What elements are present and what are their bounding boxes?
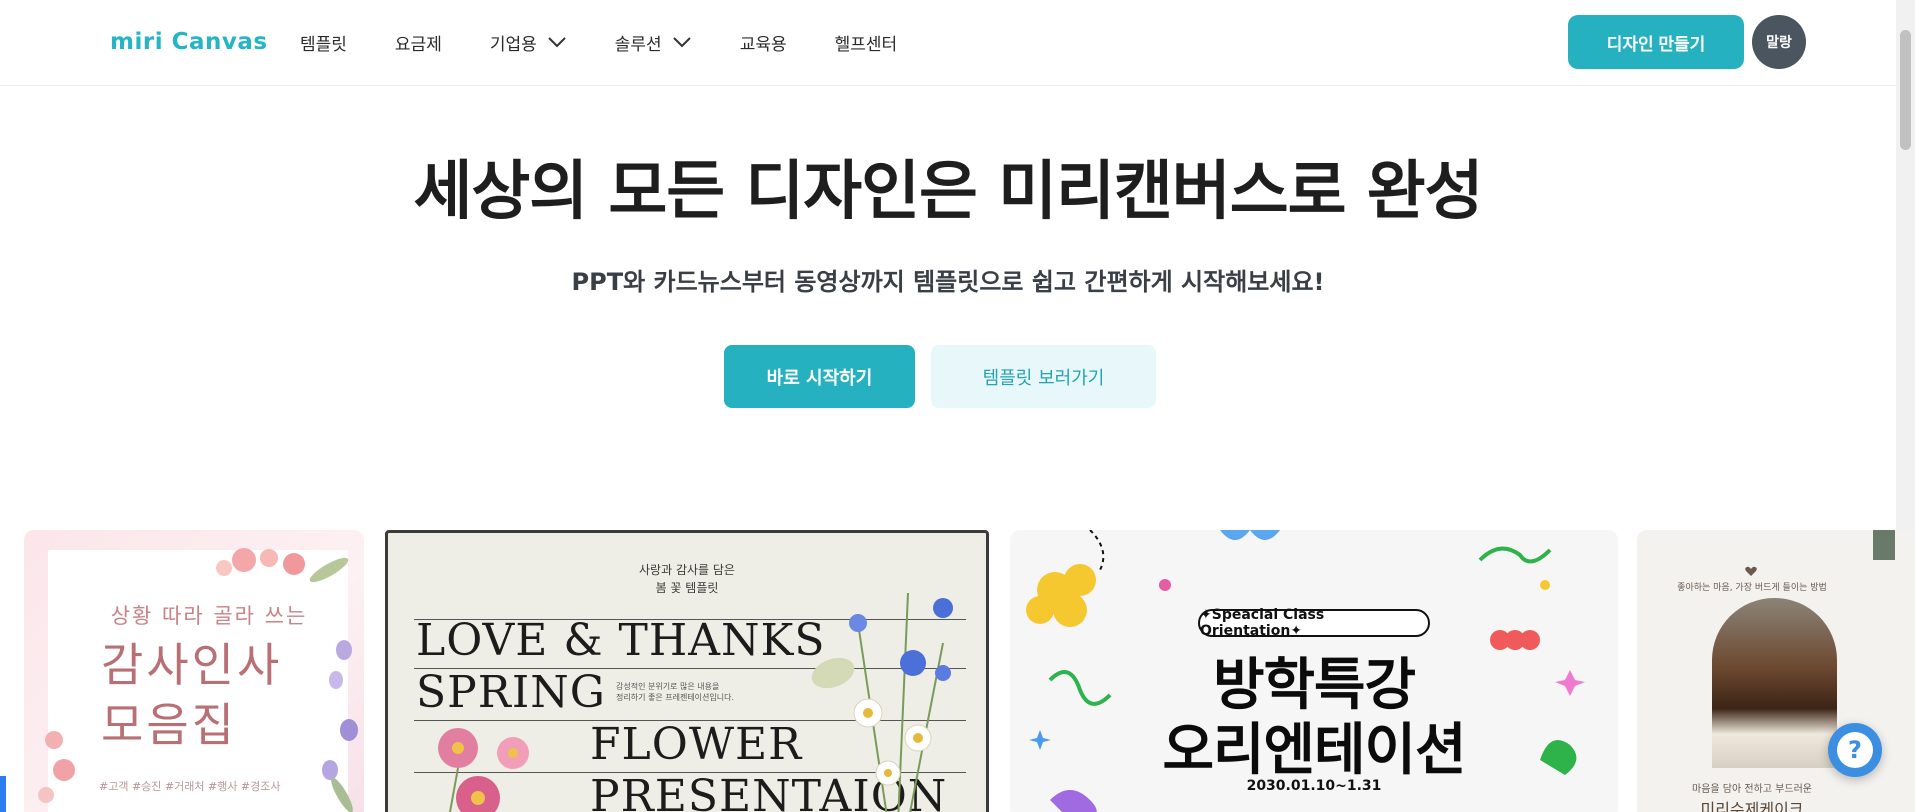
- nav-item-education[interactable]: 교육용: [740, 30, 787, 55]
- nav-item-pricing[interactable]: 요금제: [395, 30, 442, 55]
- chevron-down-icon: [548, 37, 566, 48]
- make-design-button[interactable]: 디자인 만들기: [1568, 15, 1744, 69]
- hero-title: 세상의 모든 디자인은 미리캔버스로 완성: [413, 155, 1483, 229]
- hero-subtitle: PPT와 카드뉴스부터 동영상까지 템플릿으로 쉽고 간편하게 시작해보세요!: [571, 268, 1325, 296]
- nav-label: 요금제: [394, 34, 442, 55]
- start-now-button[interactable]: 바로 시작하기: [724, 345, 915, 408]
- site-header: miri Canvas 템플릿 요금제 기업용 솔루션 교육용 헬프센터 디자인…: [0, 0, 1896, 86]
- card-pill-label: ✦Speacial Class Orientation✦: [1198, 607, 1430, 639]
- scrollbar-thumb[interactable]: [1900, 30, 1911, 150]
- nav-item-business[interactable]: 기업용: [490, 30, 567, 55]
- card-title: 미리수제케이크: [1700, 800, 1804, 812]
- cta-row: 바로 시작하기 템플릿 보러가기: [724, 345, 1156, 408]
- card-date: 2030.01.10~1.31: [1246, 778, 1382, 794]
- nav-label: 솔루션: [614, 34, 662, 55]
- main-nav: 템플릿 요금제 기업용 솔루션 교육용 헬프센터: [300, 28, 897, 56]
- question-icon: ?: [1837, 732, 1873, 768]
- logo-text: miri Canvas: [110, 29, 268, 55]
- nav-label: 기업용: [489, 34, 537, 55]
- card-subheading: 좋아하는 마음, 가장 버드게 들이는 방법: [1677, 583, 1827, 593]
- nav-item-help-center[interactable]: 헬프센터: [835, 30, 898, 55]
- nav-item-templates[interactable]: 템플릿: [300, 30, 347, 55]
- card-subheading: 상황 따라 골라 쓰는: [110, 604, 308, 628]
- avatar[interactable]: 말랑: [1752, 15, 1806, 69]
- card-title: 감사인사 모음집: [79, 635, 319, 755]
- card-tags: #고객 #승진 #거래처 #행사 #경조사: [99, 780, 281, 793]
- template-card-spring-flower[interactable]: 사랑과 감사를 담은 봄 꽃 템플릿 LOVE & THANKS SPRING …: [385, 530, 989, 812]
- help-chat-button[interactable]: ?: [1828, 723, 1882, 777]
- nav-label: 교육용: [739, 34, 787, 55]
- side-tab[interactable]: [0, 776, 6, 812]
- template-card-thanks[interactable]: 상황 따라 골라 쓰는 감사인사 모음집 #고객 #승진 #거래처 #행사 #경…: [24, 530, 364, 812]
- template-card-orientation[interactable]: ✦Speacial Class Orientation✦ 방학특강 오리엔테이션…: [1010, 530, 1618, 812]
- nav-label: 헬프센터: [834, 34, 898, 55]
- card-title-line: 오리엔테이션: [1162, 718, 1466, 783]
- wildflower-illustration: [438, 592, 953, 812]
- browse-templates-button[interactable]: 템플릿 보러가기: [931, 345, 1156, 408]
- nav-item-solutions[interactable]: 솔루션: [615, 30, 692, 55]
- logo[interactable]: miri Canvas: [110, 27, 268, 57]
- card-title-line: 감사인사: [101, 638, 283, 692]
- nav-label: 템플릿: [300, 34, 347, 55]
- card-title-line: 모음집: [101, 698, 237, 752]
- corner-badge: [1873, 530, 1895, 560]
- heart-icon: [1745, 566, 1757, 576]
- card-description: 마음을 담아 전하고 부드러운: [1692, 784, 1812, 795]
- cake-photo: [1712, 598, 1837, 768]
- chevron-down-icon: [672, 37, 691, 48]
